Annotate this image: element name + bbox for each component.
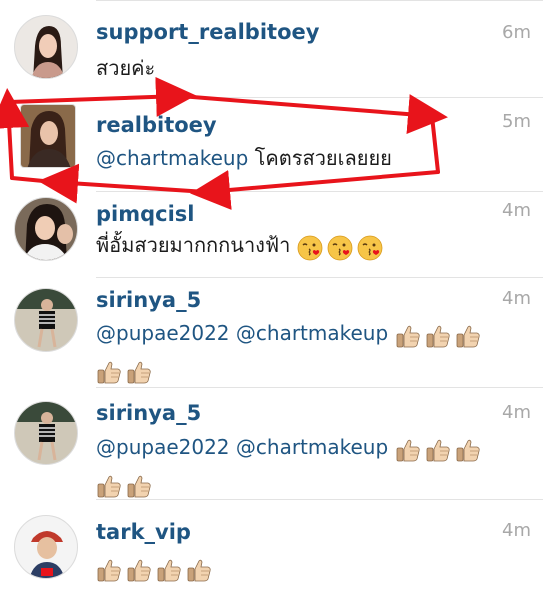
comment-text: @pupae2022 @chartmakeup [96,430,516,501]
mention-link[interactable]: @pupae2022 [96,435,230,459]
timestamp: 5m [502,111,531,132]
comment-item: tark_vip 4m [0,500,543,597]
emoji-row [96,467,156,501]
mention-link[interactable]: @chartmakeup [96,146,248,170]
timestamp: 4m [502,288,531,309]
avatar[interactable] [14,401,78,465]
thumbs-up-icon [395,323,421,349]
username[interactable]: tark_vip [96,520,191,544]
kissing-face-icon [357,235,383,261]
thumbs-up-icon [126,359,152,385]
avatar[interactable] [14,288,78,352]
comment-text [96,550,516,586]
username[interactable]: sirinya_5 [96,288,201,312]
thumbs-up-icon [455,437,481,463]
thumbs-up-icon [425,437,451,463]
comment-item: sirinya_5 4m @pupae2022 @chartmakeup [0,388,543,500]
timestamp: 4m [502,402,531,423]
emoji-row [96,353,156,387]
comment-item: sirinya_5 4m @pupae2022 @chartmakeup [0,278,543,388]
comment-text: พี่อั้มสวยมากกกนางฟ้า [96,228,516,264]
mention-link[interactable]: @chartmakeup [236,435,388,459]
comment-body: พี่อั้มสวยมากกกนางฟ้า [96,233,291,257]
kissing-face-icon [297,235,323,261]
mention-link[interactable]: @chartmakeup [236,321,388,345]
thumbs-up-icon [425,323,451,349]
comment-text: @pupae2022 @chartmakeup [96,316,516,387]
comment-item: pimqcisl 4m พี่อั้มสวยมากกกนางฟ้า [0,192,543,286]
thumbs-up-icon [455,323,481,349]
thumbs-up-icon [96,473,122,499]
comment-body: สวยค่ะ [96,56,156,80]
mention-link[interactable]: @pupae2022 [96,321,230,345]
emoji-row [297,230,387,264]
emoji-row [395,432,485,466]
avatar[interactable] [14,197,78,261]
comment-item: support_realbitoey 6m สวยค่ะ [0,0,543,98]
username[interactable]: sirinya_5 [96,401,201,425]
timestamp: 6m [502,22,531,43]
timestamp: 4m [502,520,531,541]
avatar[interactable] [14,515,78,579]
thumbs-up-icon [96,557,122,583]
thumbs-up-icon [395,437,421,463]
comment-item: realbitoey 5m @chartmakeup โคตรสวยเลยยย [0,98,543,192]
timestamp: 4m [502,200,531,221]
thumbs-up-icon [156,557,182,583]
username[interactable]: realbitoey [96,113,217,137]
thumbs-up-icon [96,359,122,385]
thumbs-up-icon [126,557,152,583]
avatar[interactable] [20,104,76,168]
thumbs-up-icon [126,473,152,499]
emoji-row [395,318,485,352]
emoji-row [96,552,216,586]
username[interactable]: support_realbitoey [96,20,319,44]
comment-text: สวยค่ะ [96,51,516,85]
thumbs-up-icon [186,557,212,583]
avatar[interactable] [14,15,78,79]
username[interactable]: pimqcisl [96,202,195,226]
kissing-face-icon [327,235,353,261]
comment-body: โคตรสวยเลยยย [254,146,392,170]
comment-text: @chartmakeup โคตรสวยเลยยย [96,141,516,175]
